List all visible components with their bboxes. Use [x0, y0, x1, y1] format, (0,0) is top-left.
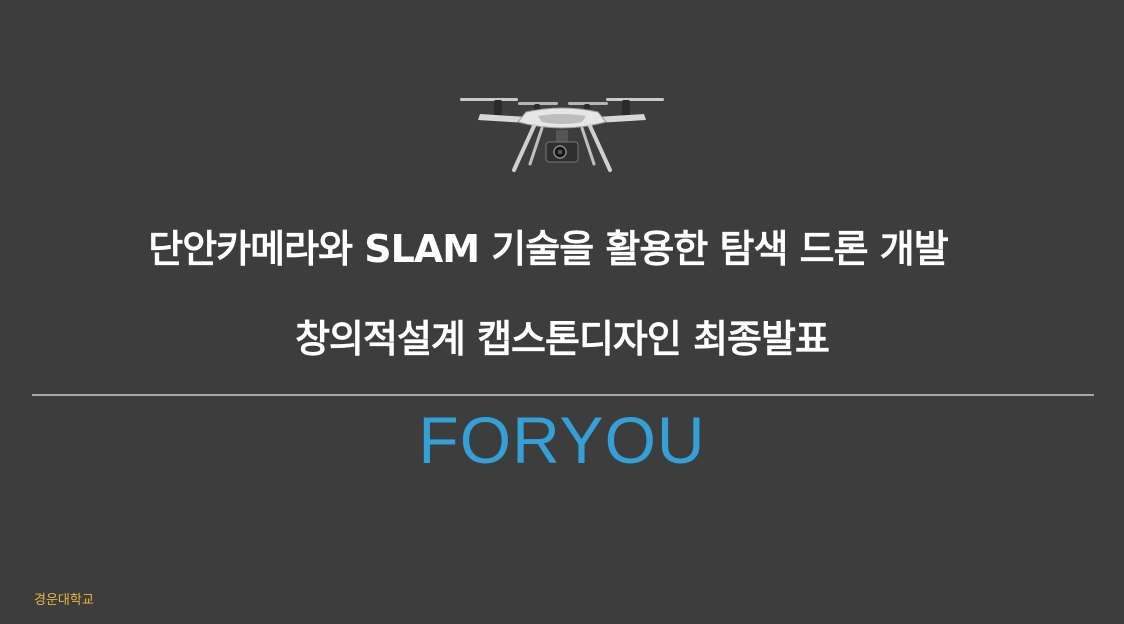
team-name: FORYOU: [418, 403, 706, 477]
drone-icon: [460, 98, 664, 172]
propeller-right-outer: [606, 98, 664, 101]
divider: [32, 394, 1094, 396]
title-slide: 단안카메라와 SLAM 기술을 활용한 탐색 드론 개발 창의적설계 캡스톤디자…: [0, 0, 1124, 624]
title-line-2: 창의적설계 캡스톤디자인 최종발표: [295, 317, 830, 361]
university-label: 경운대학교: [34, 593, 94, 608]
title-line-1: 단안카메라와 SLAM 기술을 활용한 탐색 드론 개발: [148, 227, 948, 271]
propeller-left-outer: [460, 98, 518, 101]
